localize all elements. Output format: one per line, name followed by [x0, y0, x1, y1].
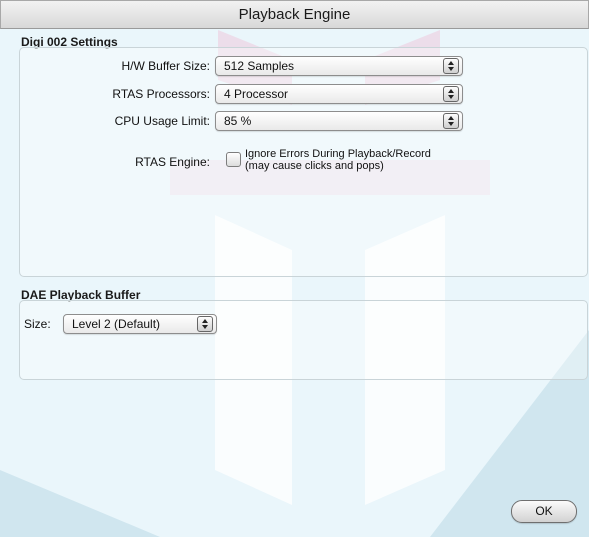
playback-engine-window: Playback Engine Digi 002 Settings H/W Bu… — [0, 0, 589, 537]
hw-buffer-value: 512 Samples — [224, 59, 295, 73]
rtas-processors-label: RTAS Processors: — [112, 87, 210, 101]
dae-buffer-size-value: Level 2 (Default) — [72, 317, 161, 331]
dae-buffer-size-select[interactable]: Level 2 (Default) — [63, 314, 217, 334]
ok-button[interactable]: OK — [511, 500, 577, 523]
window-title: Playback Engine — [0, 0, 589, 29]
ignore-errors-checkbox[interactable] — [226, 152, 241, 167]
rtas-processors-select[interactable]: 4 Processor — [215, 84, 463, 104]
popup-arrows-icon — [443, 58, 459, 74]
size-label: Size: — [24, 317, 51, 331]
ignore-errors-label: Ignore Errors During Playback/Record — [245, 148, 431, 160]
rtas-processors-value: 4 Processor — [224, 87, 289, 101]
cpu-usage-select[interactable]: 85 % — [215, 111, 463, 131]
dae-buffer-group — [19, 300, 588, 380]
ignore-errors-note: (may cause clicks and pops) — [245, 160, 384, 172]
rtas-engine-label: RTAS Engine: — [135, 155, 210, 169]
hw-buffer-label: H/W Buffer Size: — [121, 59, 210, 73]
popup-arrows-icon — [197, 316, 213, 332]
hw-buffer-select[interactable]: 512 Samples — [215, 56, 463, 76]
cpu-usage-label: CPU Usage Limit: — [114, 114, 210, 128]
popup-arrows-icon — [443, 113, 459, 129]
popup-arrows-icon — [443, 86, 459, 102]
cpu-usage-value: 85 % — [224, 114, 252, 128]
